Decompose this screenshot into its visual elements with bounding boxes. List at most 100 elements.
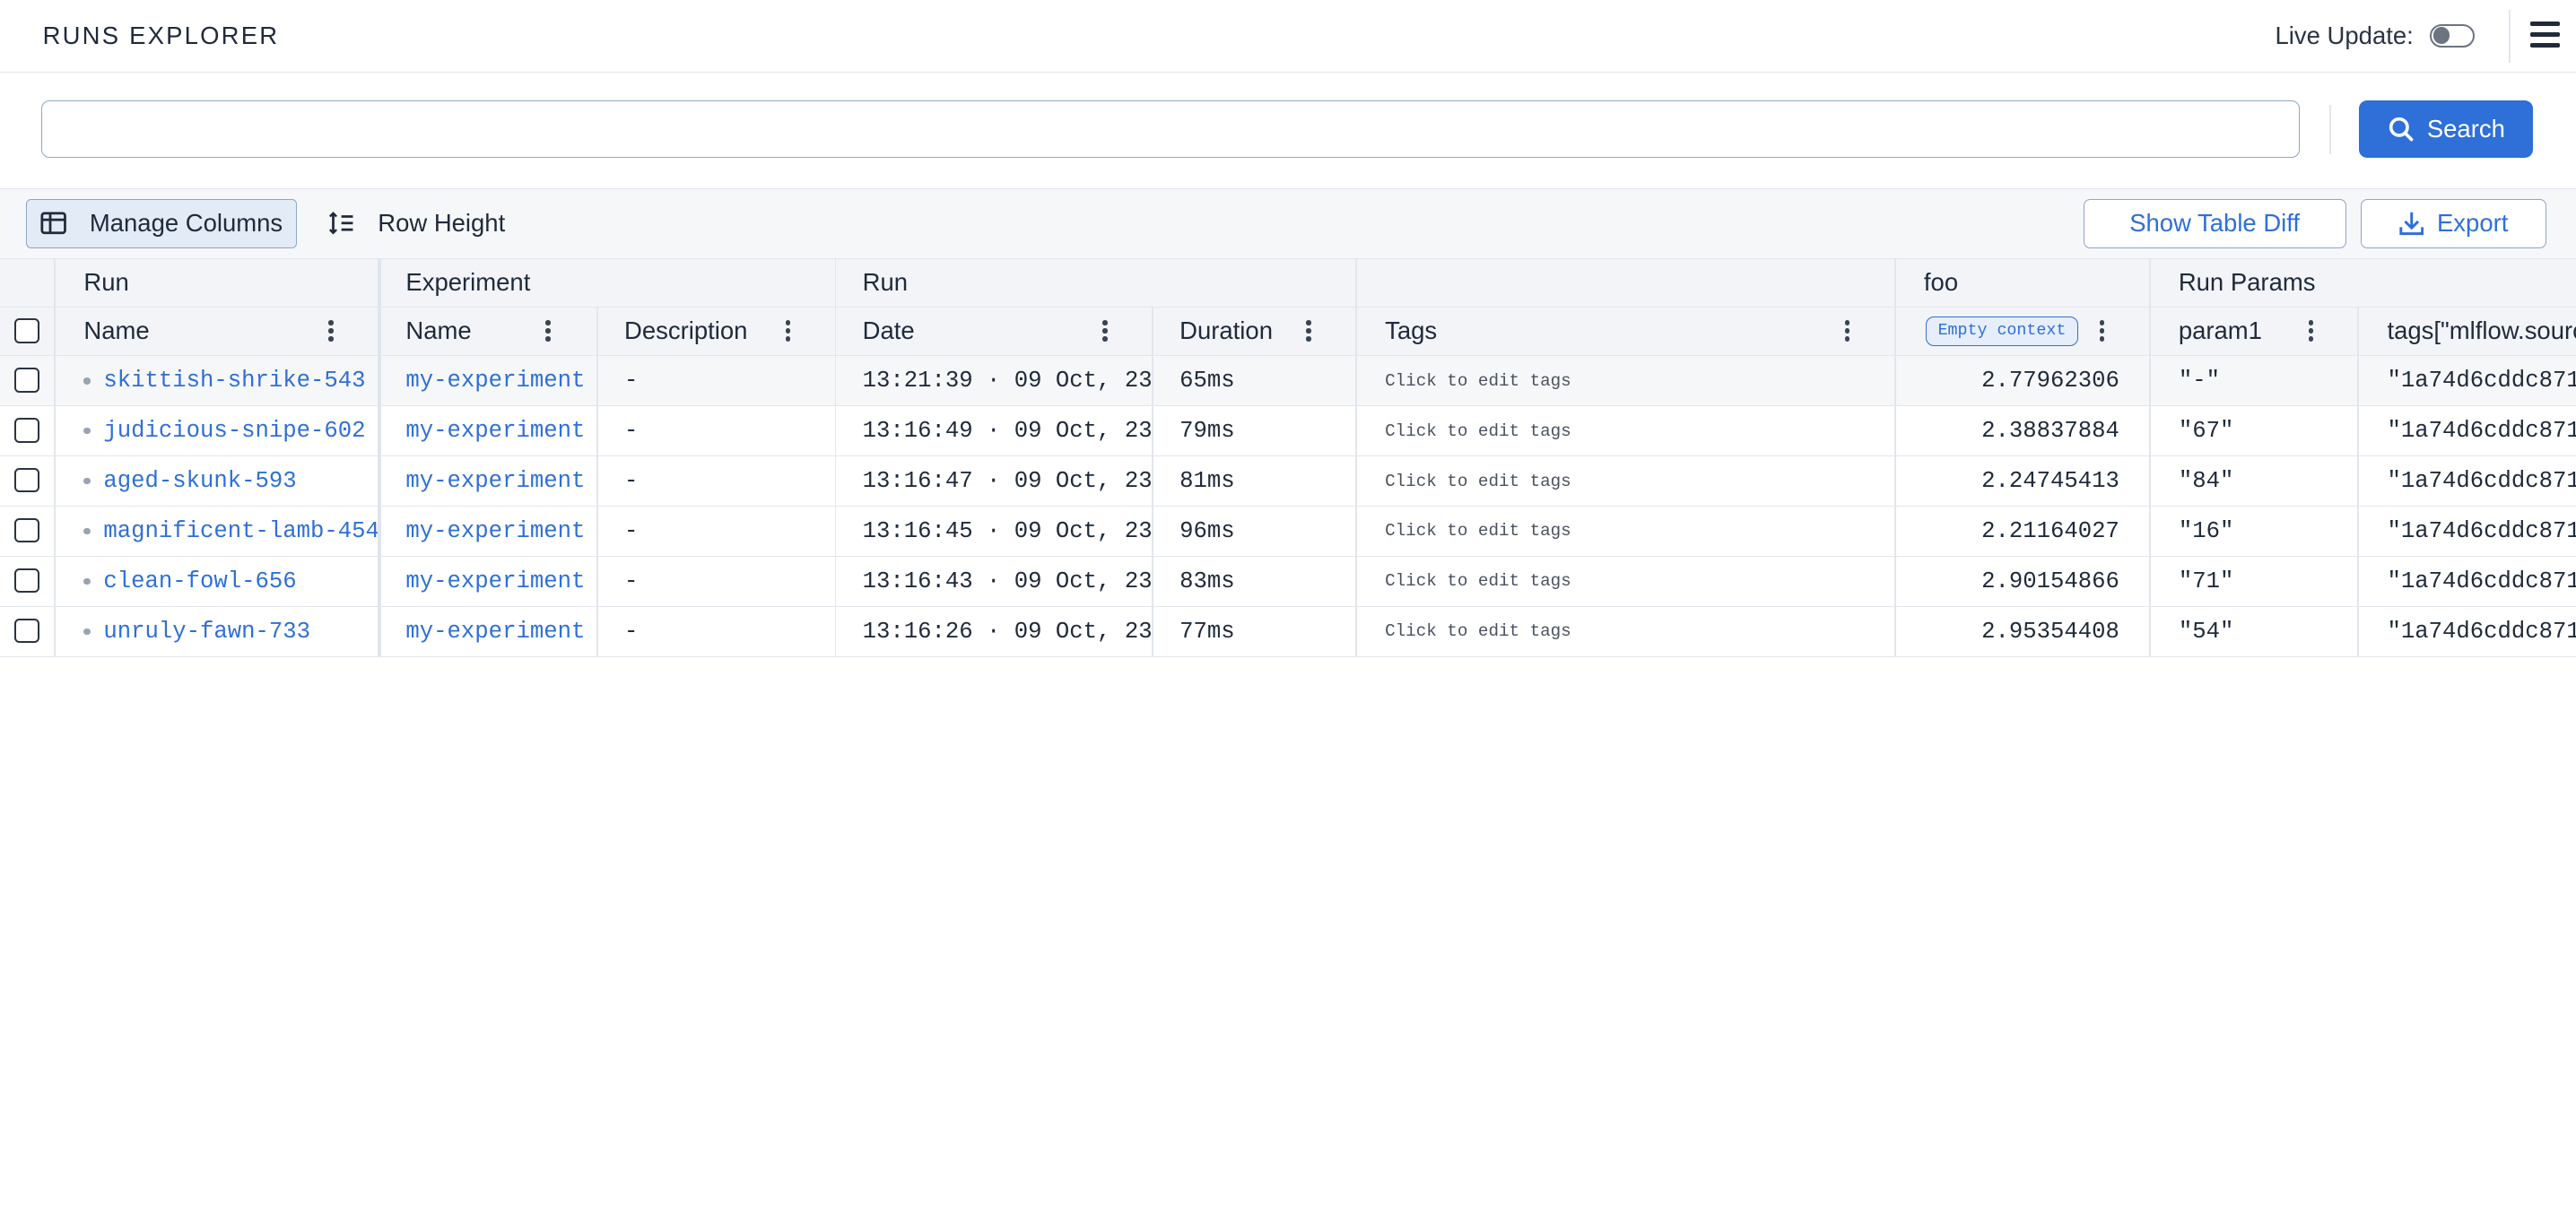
run-name-cell: unruly-fawn-733 <box>83 607 379 656</box>
foo-cell: 2.21164027 <box>1981 517 2119 544</box>
download-icon <box>2399 212 2424 236</box>
foo-cell: 2.90154866 <box>1981 568 2119 594</box>
tags-cell[interactable]: Click to edit tags <box>1385 406 1894 455</box>
kebab-icon[interactable] <box>1102 320 1108 342</box>
run-name-cell: aged-skunk-593 <box>83 456 379 506</box>
experiment-link[interactable]: my-experiment <box>405 518 585 544</box>
divider <box>1152 606 1153 656</box>
table-row[interactable]: aged-skunk-593 my-experiment - 13:16:47 · 0… <box>0 456 2576 507</box>
divider <box>2148 507 2151 556</box>
search-icon <box>2389 117 2414 142</box>
table-row[interactable]: judicious-snipe-602 my-experiment - 13:16:4… <box>0 406 2576 457</box>
table-row[interactable]: magnificent-lamb-454 my-experiment - 13:16:… <box>0 507 2576 557</box>
foo-cell: 2.77962306 <box>1981 368 2119 394</box>
divider <box>834 406 837 456</box>
table-row[interactable]: unruly-fawn-733 my-experiment - 13:16:26 · … <box>0 606 2576 657</box>
date-cell: 13:16:43 · 09 Oct, 23 <box>862 568 1153 594</box>
status-dot <box>83 428 91 435</box>
divider <box>378 456 381 507</box>
divider <box>1152 307 1153 356</box>
status-dot <box>83 527 91 535</box>
experiment-cell: my-experiment <box>405 406 596 455</box>
kebab-icon[interactable] <box>785 320 791 342</box>
search-input[interactable] <box>40 100 2301 158</box>
divider <box>378 606 381 656</box>
divider <box>2148 307 2151 356</box>
experiment-link[interactable]: my-experiment <box>405 619 585 645</box>
date-cell: 13:16:45 · 09 Oct, 23 <box>862 517 1153 544</box>
description-cell: - <box>624 517 639 544</box>
mlflow-source-cell: "1a74d6cddc8716a <box>2387 368 2576 394</box>
divider <box>1152 556 1153 606</box>
divider <box>2357 406 2360 456</box>
duration-cell: 96ms <box>1179 517 1235 544</box>
kebab-icon[interactable] <box>1306 320 1311 342</box>
kebab-icon[interactable] <box>2099 320 2105 342</box>
table-row[interactable]: skittish-shrike-543 my-experiment - 13:21:3… <box>0 356 2576 407</box>
status-dot <box>83 628 91 635</box>
param1-cell: "67" <box>2178 418 2234 445</box>
experiment-link[interactable]: my-experiment <box>405 368 585 394</box>
group-run-params: Run Params <box>2178 268 2316 297</box>
run-name-cell: skittish-shrike-543 <box>83 356 379 405</box>
manage-columns-button[interactable]: Manage Columns <box>26 198 297 248</box>
experiment-link[interactable]: my-experiment <box>405 418 585 444</box>
divider <box>1355 307 1357 356</box>
kebab-icon[interactable] <box>328 320 334 342</box>
group-experiment: Experiment <box>405 268 531 297</box>
menu-icon[interactable] <box>2529 21 2560 48</box>
run-name-link[interactable]: clean-fowl-656 <box>103 568 296 594</box>
experiment-link[interactable]: my-experiment <box>405 468 585 494</box>
tags-cell[interactable]: Click to edit tags <box>1385 557 1894 606</box>
row-checkbox[interactable] <box>14 368 39 393</box>
page-title: RUNS EXPLORER <box>42 21 280 49</box>
search-button[interactable]: Search <box>2359 100 2534 158</box>
divider <box>378 406 381 456</box>
experiment-link[interactable]: my-experiment <box>405 568 585 594</box>
experiment-cell: my-experiment <box>405 607 596 656</box>
divider <box>1893 456 1896 507</box>
kebab-icon[interactable] <box>2308 320 2314 342</box>
duration-cell: 77ms <box>1179 618 1235 645</box>
kebab-icon[interactable] <box>545 320 551 342</box>
kebab-icon[interactable] <box>1844 320 1850 342</box>
duration-cell: 81ms <box>1179 468 1235 495</box>
divider <box>2357 307 2360 356</box>
run-name-link[interactable]: judicious-snipe-602 <box>103 418 365 444</box>
run-name-link[interactable]: skittish-shrike-543 <box>103 368 365 394</box>
export-button[interactable]: Export <box>2361 198 2547 248</box>
experiment-cell: my-experiment <box>405 507 596 556</box>
context-badge[interactable]: Empty context <box>1925 316 2079 346</box>
row-checkbox[interactable] <box>14 517 39 543</box>
row-checkbox[interactable] <box>14 568 39 594</box>
divider <box>54 406 57 456</box>
divider <box>2148 556 2151 606</box>
run-name-link[interactable]: aged-skunk-593 <box>103 468 296 494</box>
tags-cell[interactable]: Click to edit tags <box>1385 356 1894 405</box>
table-row[interactable]: clean-fowl-656 my-experiment - 13:16:43 · 0… <box>0 556 2576 607</box>
divider <box>54 307 57 356</box>
tags-cell[interactable]: Click to edit tags <box>1385 607 1894 656</box>
tags-cell[interactable]: Click to edit tags <box>1385 507 1894 556</box>
divider <box>2357 556 2360 606</box>
duration-cell: 79ms <box>1179 418 1235 445</box>
run-name-link[interactable]: magnificent-lamb-454 <box>103 518 379 544</box>
divider <box>378 356 381 406</box>
row-height-button[interactable]: Row Height <box>316 199 518 248</box>
divider <box>2357 356 2360 406</box>
live-update-toggle[interactable] <box>2430 24 2475 48</box>
divider <box>596 507 598 556</box>
divider <box>1355 606 1357 656</box>
mlflow-source-cell: "1a74d6cddc8716a <box>2387 618 2576 645</box>
param1-cell: "16" <box>2178 517 2234 544</box>
mlflow-source-cell: "1a74d6cddc8716a <box>2387 468 2576 495</box>
row-checkbox[interactable] <box>14 618 39 644</box>
row-checkbox[interactable] <box>14 418 39 443</box>
select-all-checkbox[interactable] <box>14 318 39 343</box>
tags-cell[interactable]: Click to edit tags <box>1385 456 1894 506</box>
divider <box>1355 456 1357 507</box>
show-table-diff-button[interactable]: Show Table Diff <box>2083 198 2346 248</box>
column-experiment-name: Name <box>405 316 472 345</box>
run-name-link[interactable]: unruly-fawn-733 <box>103 619 310 645</box>
row-checkbox[interactable] <box>14 467 39 493</box>
